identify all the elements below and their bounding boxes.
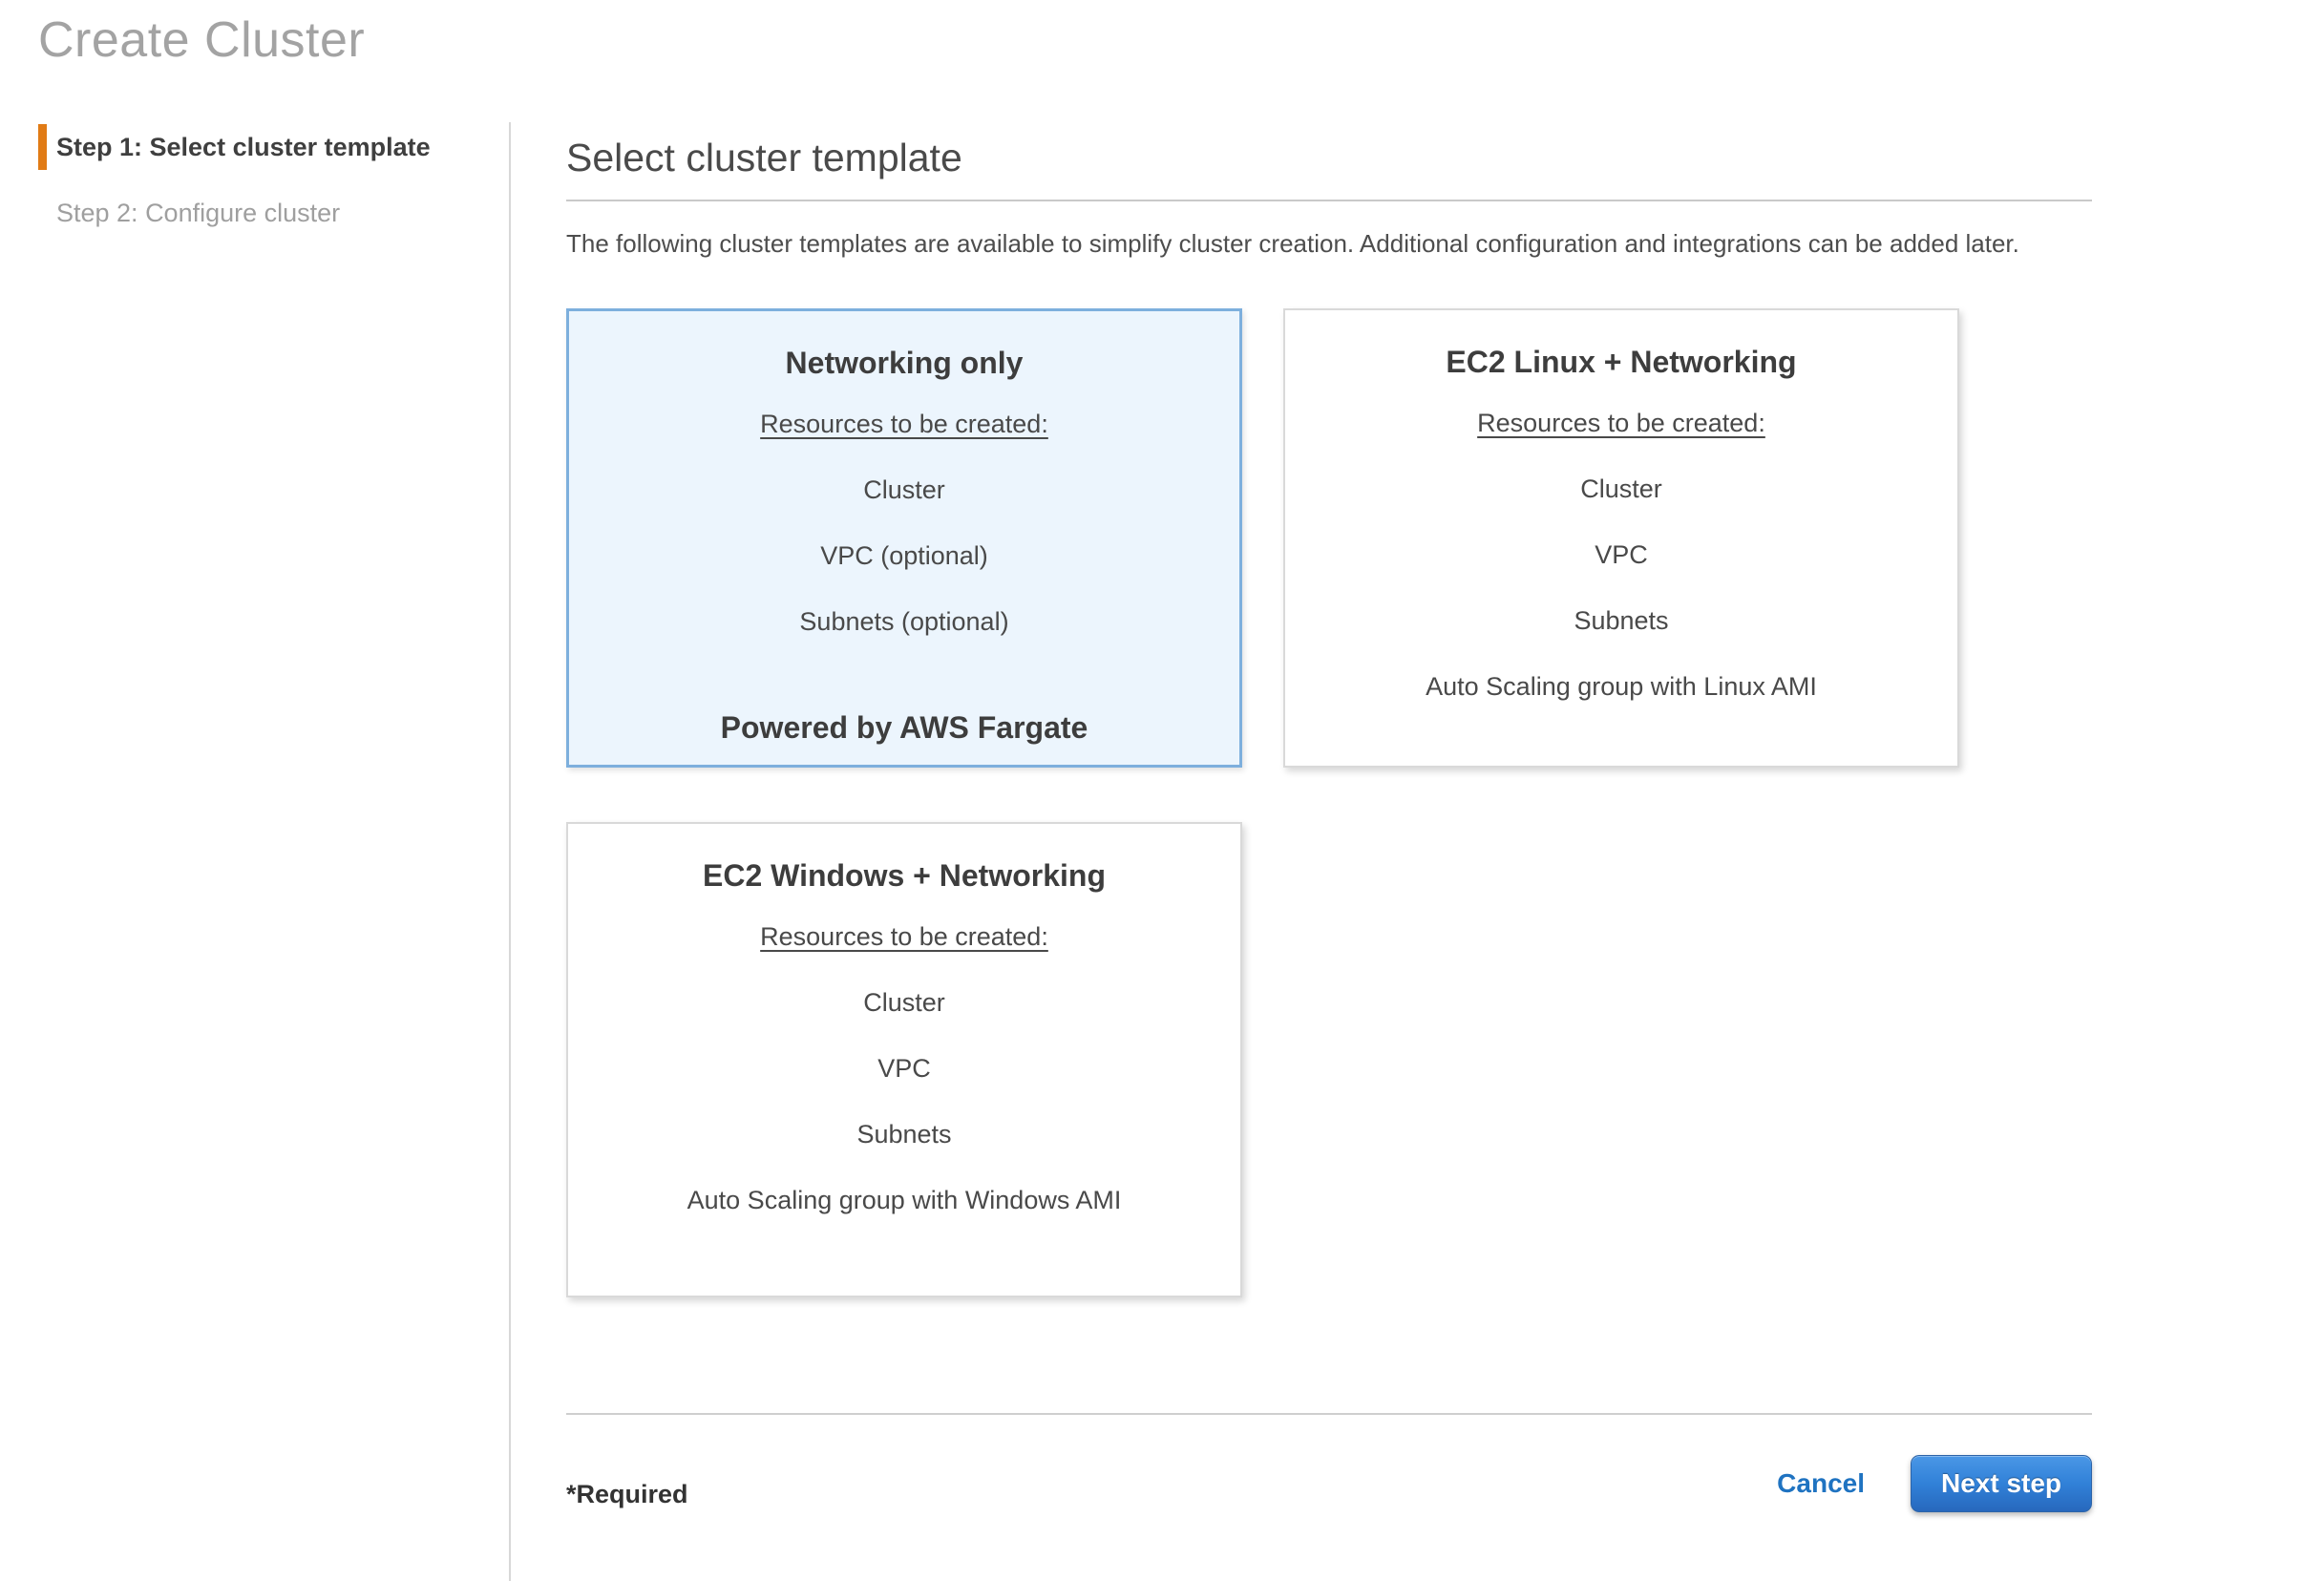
wizard-footer: *Required Cancel Next step (566, 1455, 2092, 1512)
card-resource-item: Cluster (569, 475, 1239, 505)
sidebar-step-1[interactable]: Step 1: Select cluster template (38, 124, 509, 170)
sidebar-step-1-label: Step 1: Select cluster template (56, 133, 431, 162)
template-card-ec2-linux-networking[interactable]: EC2 Linux + Networking Resources to be c… (1283, 308, 1959, 768)
footer-divider (566, 1413, 2092, 1415)
card-title: Networking only (569, 346, 1239, 381)
card-resource-item: Subnets (1285, 606, 1957, 636)
sidebar-step-2[interactable]: Step 2: Configure cluster (56, 199, 509, 228)
card-resource-item: Cluster (568, 988, 1240, 1018)
card-resource-item: Auto Scaling group with Windows AMI (568, 1186, 1240, 1215)
main-content: Select cluster template The following cl… (566, 122, 2092, 1512)
template-card-ec2-windows-networking[interactable]: EC2 Windows + Networking Resources to be… (566, 822, 1242, 1297)
next-step-button[interactable]: Next step (1911, 1455, 2092, 1512)
template-cards: Networking only Resources to be created:… (566, 308, 2008, 1297)
wizard-steps-sidebar: Step 1: Select cluster template Step 2: … (0, 124, 509, 228)
card-resource-item: Subnets (568, 1120, 1240, 1149)
sidebar-divider (509, 122, 511, 1581)
card-resources-label: Resources to be created: (569, 410, 1239, 439)
card-resources-label: Resources to be created: (1285, 409, 1957, 438)
page-title: Create Cluster (38, 11, 365, 69)
heading-divider (566, 200, 2092, 201)
card-resources-label: Resources to be created: (568, 922, 1240, 952)
card-resource-item: Subnets (optional) (569, 607, 1239, 637)
section-heading: Select cluster template (566, 136, 2092, 180)
footer-actions: Cancel Next step (1777, 1455, 2092, 1512)
section-description: The following cluster templates are avai… (566, 222, 2056, 264)
card-resource-item: VPC (optional) (569, 541, 1239, 571)
template-card-networking-only[interactable]: Networking only Resources to be created:… (566, 308, 1242, 768)
card-resource-item: VPC (568, 1054, 1240, 1084)
card-resource-item: Auto Scaling group with Linux AMI (1285, 672, 1957, 702)
card-resource-item: VPC (1285, 540, 1957, 570)
cancel-button[interactable]: Cancel (1777, 1468, 1865, 1499)
card-resource-item: Cluster (1285, 474, 1957, 504)
create-cluster-page: Create Cluster Step 1: Select cluster te… (0, 0, 2324, 1581)
card-title: EC2 Linux + Networking (1285, 345, 1957, 380)
sidebar-step-2-label: Step 2: Configure cluster (56, 199, 340, 227)
required-note: *Required (566, 1480, 688, 1509)
card-fargate-note: Powered by AWS Fargate (569, 710, 1239, 746)
card-title: EC2 Windows + Networking (568, 858, 1240, 894)
